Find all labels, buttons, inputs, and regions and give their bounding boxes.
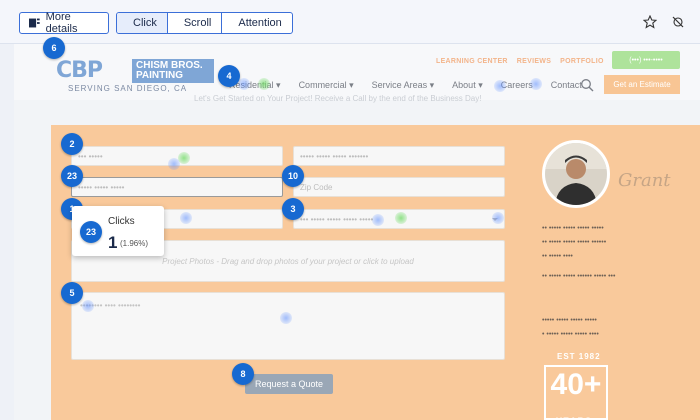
mode-attention-label: Attention: [238, 17, 282, 29]
logo-initials: CBP: [56, 58, 103, 83]
bio-line: • ••••• ••••• ••••• ••••: [542, 331, 599, 338]
nav-about[interactable]: About ▾: [452, 80, 483, 91]
heatmap-toolbar: More details Click Scroll Attention: [0, 0, 700, 44]
mode-scroll-button[interactable]: Scroll: [168, 13, 223, 33]
heat-spot: [168, 158, 180, 170]
email-field[interactable]: ••••• ••••• •••••: [71, 177, 283, 197]
link-portfolio[interactable]: PORTFOLIO: [560, 58, 604, 65]
phone-button[interactable]: (•••) •••-••••: [612, 51, 680, 69]
get-estimate-button[interactable]: Get an Estimate: [604, 75, 680, 94]
click-marker[interactable]: 4: [218, 65, 240, 87]
click-marker[interactable]: 2: [61, 133, 83, 155]
heat-spot: [492, 212, 504, 224]
search-icon[interactable]: [580, 78, 594, 92]
click-marker[interactable]: 10: [282, 165, 304, 187]
top-links: LEARNING CENTER REVIEWS PORTFOLIO: [436, 58, 604, 65]
main-nav: Residential ▾ Commercial ▾ Service Areas…: [229, 80, 582, 91]
mode-scroll-label: Scroll: [183, 17, 212, 29]
heat-spot: [395, 212, 407, 224]
mode-attention-button[interactable]: Attention: [222, 13, 291, 33]
click-marker[interactable]: 5: [61, 282, 83, 304]
mode-click-button[interactable]: Click: [117, 13, 168, 33]
link-reviews[interactable]: REVIEWS: [517, 58, 551, 65]
click-marker[interactable]: 8: [232, 363, 254, 385]
heat-spot: [238, 78, 250, 90]
years-number: 40+: [550, 368, 602, 401]
site-logo[interactable]: CBP CHISM BROS. PAINTING SERVING SAN DIEG…: [56, 58, 216, 94]
heat-spot: [258, 78, 270, 90]
logo-tagline: SERVING SAN DIEGO, CA: [68, 84, 188, 93]
heat-spot: [82, 300, 94, 312]
click-marker[interactable]: 6: [43, 37, 65, 59]
click-tooltip: 23 Clicks 1 (1.96%): [72, 206, 164, 256]
bio-line: •• ••••• ••••• ••••• ••••••: [542, 239, 607, 246]
heat-spot: [280, 312, 292, 324]
details-icon: [29, 18, 40, 28]
site-header: CBP CHISM BROS. PAINTING SERVING SAN DIEG…: [14, 44, 700, 103]
mode-switcher: Click Scroll Attention: [116, 12, 293, 34]
logo-brand: CHISM BROS. PAINTING: [132, 59, 214, 83]
request-quote-button[interactable]: Request a Quote: [245, 374, 333, 394]
click-marker[interactable]: 23: [61, 165, 83, 187]
years-badge: 40+ YEARS: [544, 365, 608, 420]
link-learning-center[interactable]: LEARNING CENTER: [436, 58, 508, 65]
bio-line: •• ••••• ••••• •••••• ••••• •••: [542, 273, 616, 280]
more-details-label: More details: [45, 11, 78, 35]
heat-spot: [530, 78, 542, 90]
years-label: YEARS: [556, 403, 592, 420]
heat-spot: [180, 212, 192, 224]
rep-bio: •• ••••• ••••• ••••• ••••• •• ••••• ••••…: [542, 222, 692, 342]
rep-signature: Grant: [618, 170, 671, 191]
bio-line: •• ••••• ••••• ••••• •••••: [542, 225, 604, 232]
hide-icon[interactable]: [671, 15, 685, 29]
tooltip-title: Clicks: [108, 216, 135, 227]
zip-code-field[interactable]: Zip Code: [293, 177, 505, 197]
nav-commercial[interactable]: Commercial ▾: [299, 80, 354, 91]
mode-click-label: Click: [133, 17, 157, 29]
more-details-button[interactable]: More details: [19, 11, 109, 35]
rep-avatar: [542, 140, 610, 208]
nav-contact[interactable]: Contact: [551, 80, 582, 91]
nav-service-areas[interactable]: Service Areas ▾: [372, 80, 435, 91]
tooltip-count: 1: [108, 233, 118, 252]
person-photo: [545, 143, 607, 205]
quote-form-section: ••• ••••• ••••• ••••• ••••• ••••••• ••••…: [51, 125, 700, 420]
bio-line: •• ••••• ••••: [542, 253, 573, 260]
click-marker[interactable]: 3: [282, 198, 304, 220]
form-subline: Let's Get Started on Your Project! Recei…: [194, 94, 482, 103]
tooltip-marker: 23: [80, 221, 102, 243]
heat-spot: [494, 80, 506, 92]
last-name-field[interactable]: ••••• ••••• ••••• •••••••: [293, 146, 505, 166]
star-icon[interactable]: [643, 15, 657, 29]
heat-spot: [372, 214, 384, 226]
est-badge: EST 1982: [557, 352, 601, 361]
bio-line: ••••• ••••• ••••• •••••: [542, 317, 597, 324]
tooltip-percent: (1.96%): [120, 239, 149, 248]
message-textarea[interactable]: •••••••• •••• ••••••••: [71, 292, 505, 360]
